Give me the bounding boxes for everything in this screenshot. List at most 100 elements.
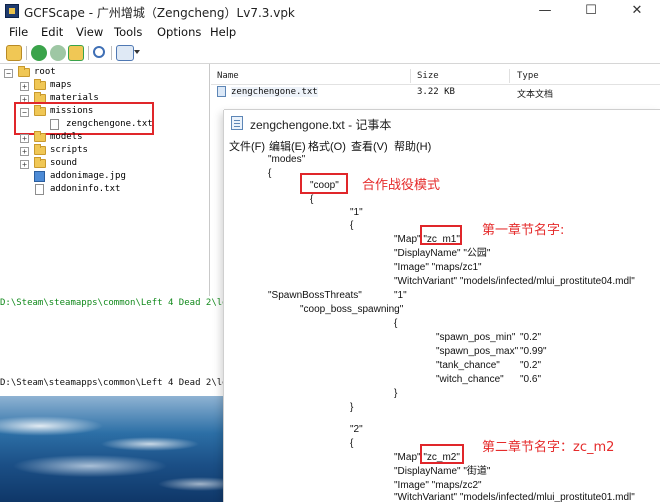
folder-icon — [18, 66, 30, 77]
column-size[interactable]: Size — [417, 71, 439, 81]
code-line: "spawn_pos_min" — [436, 332, 516, 343]
code-line: { — [350, 438, 354, 449]
title-bar: GCFScape - 广州增城（Zengcheng）Lv7.3.vpk — ☐ … — [0, 0, 660, 22]
code-line: "coop_boss_spawning" — [300, 304, 404, 315]
code-line: } — [350, 402, 354, 413]
notepad-icon — [231, 116, 243, 130]
highlight-box-map1 — [420, 225, 462, 245]
console-path-line: D:\Steam\steamapps\common\Left 4 Dead 2\… — [0, 298, 230, 308]
expand-icon[interactable]: + — [20, 160, 29, 169]
menu-edit[interactable]: Edit — [41, 25, 63, 39]
annotation-chapter1: 第一章节名字: — [482, 223, 565, 238]
code-line: { — [350, 220, 354, 231]
text-file-icon — [35, 184, 44, 195]
code-line: "0.2" — [520, 332, 542, 343]
notepad-title-bar: zengchengone.txt - 记事本 — [224, 110, 660, 136]
menu-view[interactable]: View — [76, 25, 103, 39]
np-menu-view[interactable]: 查看(V) — [351, 138, 388, 154]
toolbar-separator — [88, 46, 89, 60]
folder-icon — [34, 79, 46, 90]
tree-pane[interactable]: − root + maps + materials − missions zen… — [0, 64, 210, 296]
list-item-size: 3.22 KB — [417, 87, 455, 97]
up-folder-icon[interactable] — [68, 45, 84, 61]
menu-help[interactable]: Help — [210, 25, 236, 39]
tree-item-sound[interactable]: + sound — [20, 157, 205, 171]
window-title: GCFScape - 广州增城（Zengcheng）Lv7.3.vpk — [24, 6, 295, 20]
folder-icon — [34, 157, 46, 168]
code-line: "0.6" — [520, 374, 542, 385]
tree-item-addoninfo[interactable]: addoninfo.txt — [34, 184, 204, 197]
code-line: "witch_chance" — [436, 374, 504, 385]
code-line: "spawn_pos_max" — [436, 346, 519, 357]
view-mode-icon[interactable] — [116, 45, 134, 61]
notepad-window[interactable]: zengchengone.txt - 记事本 文件(F) 编辑(E) 格式(O)… — [224, 110, 660, 502]
column-type[interactable]: Type — [517, 71, 539, 81]
code-line: "Image" "maps/zc1" — [394, 262, 482, 273]
folder-icon — [34, 131, 46, 142]
code-line: "DisplayName" "街道" — [394, 466, 491, 477]
code-line: "0.2" — [520, 360, 542, 371]
list-header: Name Size Type — [211, 67, 660, 85]
list-item-type: 文本文档 — [517, 90, 554, 100]
text-file-icon — [217, 86, 226, 97]
code-line: "0.99" — [520, 346, 547, 357]
tree-item-addonimage[interactable]: addonimage.jpg — [34, 171, 204, 184]
folder-icon — [34, 144, 46, 155]
image-file-icon — [34, 171, 45, 182]
open-icon[interactable] — [6, 45, 22, 61]
annotation-chapter2: 第二章节名字：zc_m2 — [482, 440, 615, 455]
close-button[interactable]: ✕ — [614, 0, 660, 22]
menu-options[interactable]: Options — [157, 25, 201, 39]
expand-icon[interactable]: + — [20, 82, 29, 91]
desktop-wallpaper-ocean — [0, 396, 230, 502]
console-panel — [0, 316, 230, 378]
code-line: "Image" "maps/zc2" — [394, 480, 482, 491]
column-name[interactable]: Name — [217, 71, 239, 81]
tree-item-scripts[interactable]: + scripts — [20, 144, 205, 158]
np-menu-format[interactable]: 格式(O) — [308, 138, 346, 154]
expand-icon[interactable]: + — [20, 147, 29, 156]
column-divider[interactable] — [509, 69, 510, 83]
code-line: "SpawnBossThreats" — [268, 290, 362, 301]
gcfscape-app-icon — [5, 4, 19, 18]
toolbar-separator — [26, 46, 27, 60]
np-menu-help[interactable]: 帮助(H) — [394, 138, 431, 154]
expand-icon[interactable]: + — [20, 134, 29, 143]
code-line: "1" — [394, 290, 407, 301]
code-line: "1" — [350, 207, 363, 218]
notepad-editor[interactable]: "modes" { "coop" 合作战役模式 { "1" { "Map" "z… — [224, 154, 660, 502]
collapse-icon[interactable]: − — [4, 69, 13, 78]
code-line: { — [394, 318, 398, 329]
code-line: "WitchVariant" "models/infected/mlui_pro… — [394, 492, 635, 502]
code-line: { — [268, 168, 272, 179]
code-line: } — [394, 388, 398, 399]
column-divider[interactable] — [410, 69, 411, 83]
np-menu-file[interactable]: 文件(F) — [229, 138, 265, 154]
forward-icon[interactable] — [50, 45, 66, 61]
console-path-line: D:\Steam\steamapps\common\Left 4 Dead 2\… — [0, 378, 230, 388]
code-line: "modes" — [268, 154, 306, 165]
menu-file[interactable]: File — [9, 25, 28, 39]
code-line: { — [310, 194, 314, 205]
menu-tools[interactable]: Tools — [114, 25, 142, 39]
code-line: "tank_chance" — [436, 360, 500, 371]
tree-item-maps[interactable]: + maps — [20, 79, 205, 93]
notepad-title: zengchengone.txt - 记事本 — [250, 118, 392, 132]
toolbar — [0, 42, 660, 64]
dropdown-arrow-icon[interactable] — [134, 50, 140, 54]
tree-item-models[interactable]: + models — [20, 131, 205, 145]
search-icon[interactable] — [93, 46, 105, 58]
highlight-box-map2 — [420, 444, 464, 464]
np-menu-edit[interactable]: 编辑(E) — [269, 138, 306, 154]
toolbar-separator — [111, 46, 112, 60]
annotation-coop: 合作战役模式 — [362, 178, 441, 193]
menu-bar: File Edit View Tools Options Help — [0, 22, 660, 42]
list-item[interactable]: zengchengone.txt 3.22 KB 文本文档 — [211, 84, 660, 100]
notepad-menu-bar: 文件(F) 编辑(E) 格式(O) 查看(V) 帮助(H) — [224, 136, 660, 156]
list-item-name: zengchengone.txt — [231, 87, 318, 97]
minimize-button[interactable]: — — [522, 0, 568, 22]
maximize-button[interactable]: ☐ — [568, 0, 614, 22]
code-line: "WitchVariant" "models/infected/mlui_pro… — [394, 276, 635, 287]
code-line: "DisplayName" "公园" — [394, 248, 491, 259]
back-icon[interactable] — [31, 45, 47, 61]
